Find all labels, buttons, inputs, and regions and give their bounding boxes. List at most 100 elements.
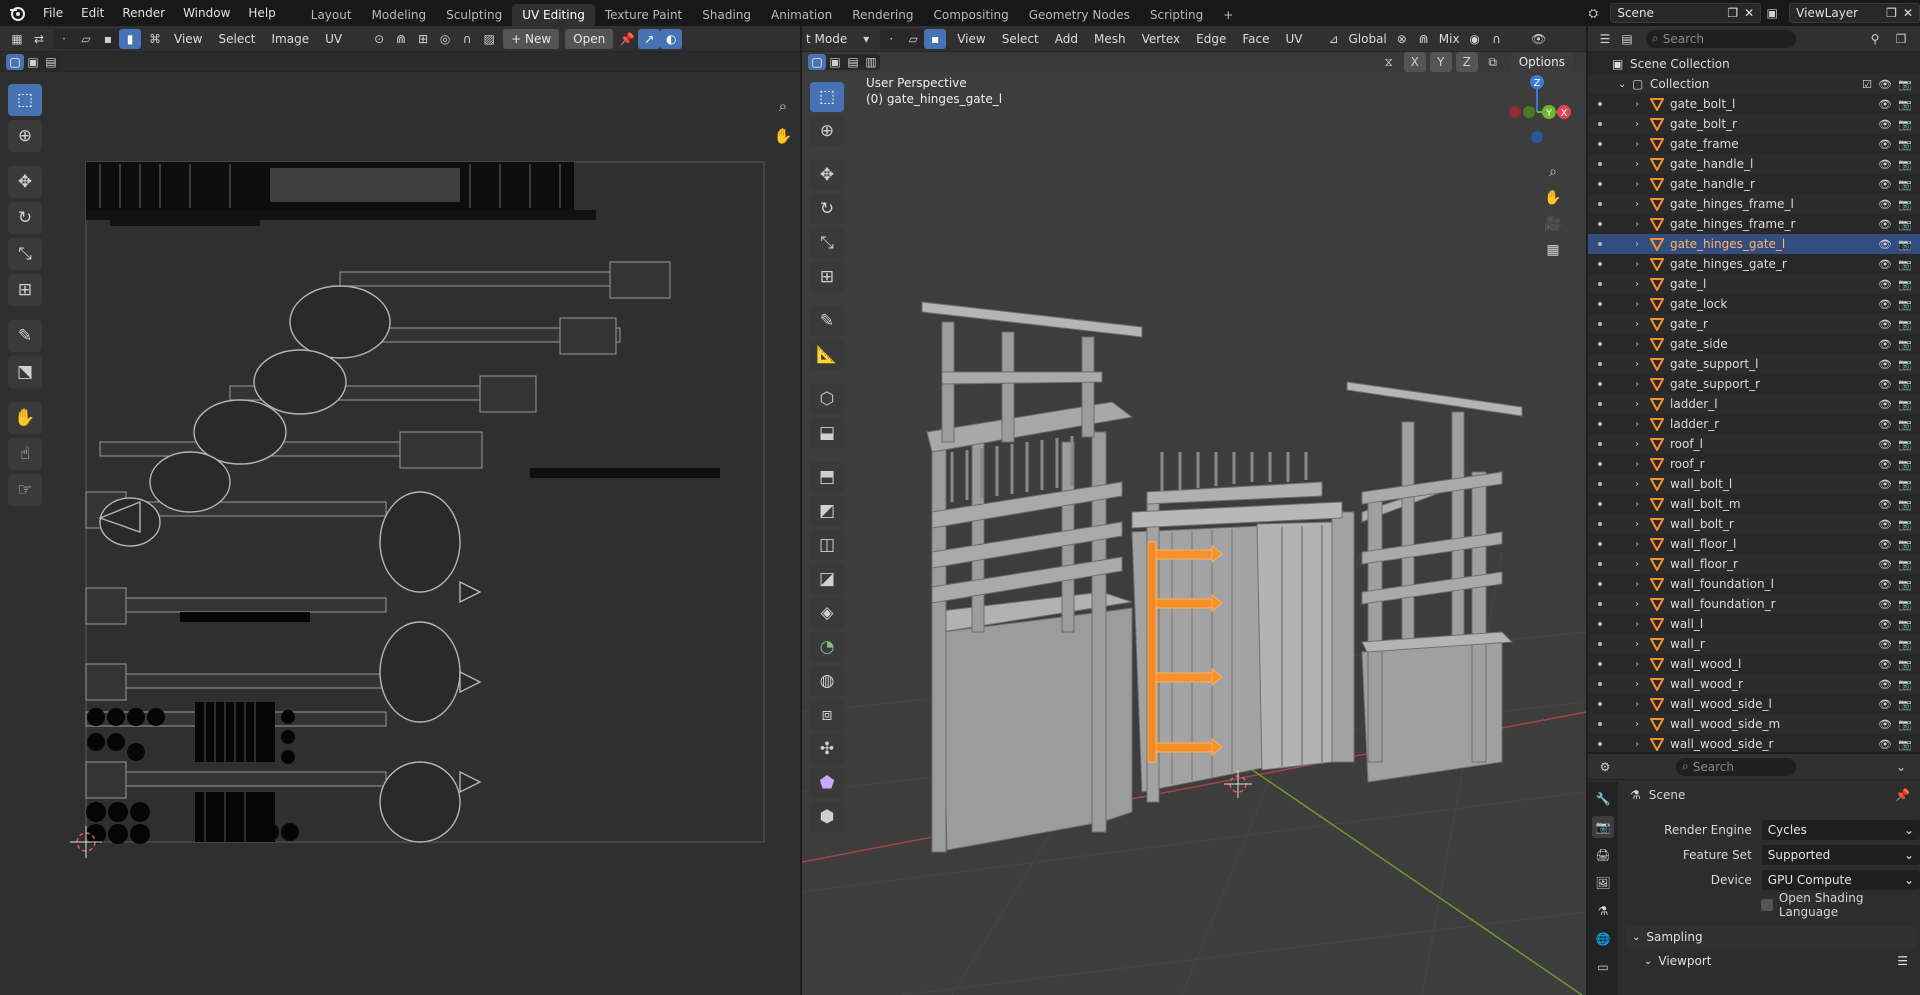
vp-cursor-tool-icon[interactable]: ⊕ (810, 116, 844, 146)
expand-arrow-icon[interactable]: › (1635, 519, 1639, 530)
spin-tool-icon[interactable]: ◔ (810, 632, 844, 662)
menu-window[interactable]: Window (174, 0, 239, 26)
mirror-icon[interactable]: ⧖ (1378, 52, 1400, 72)
face-mode-icon[interactable]: ▪ (924, 28, 947, 49)
vp-select-new-icon[interactable]: ▢ (808, 54, 826, 70)
expand-arrow-icon[interactable]: › (1635, 579, 1639, 590)
selection-dot[interactable] (1598, 282, 1602, 286)
navigation-gizmo[interactable]: Z X Y (1492, 72, 1582, 162)
eye-icon[interactable]: 👁 (1878, 238, 1892, 251)
expand-arrow-icon[interactable]: › (1635, 479, 1639, 490)
rip-region-tool-icon[interactable]: ⬢ (810, 802, 844, 832)
eye-icon[interactable]: 👁 (1878, 438, 1892, 451)
vertex-mode-icon[interactable]: · (880, 29, 902, 49)
world-tab-icon[interactable]: 🌐 (1592, 928, 1614, 950)
inset-tool-icon[interactable]: ⬒ (810, 462, 844, 492)
outliner-object-row[interactable]: › gate_lock 👁 📷 (1588, 294, 1920, 314)
vp-pan-icon[interactable]: ✋ (1542, 188, 1564, 208)
expand-arrow-icon[interactable]: › (1635, 399, 1639, 410)
render-engine-select[interactable]: Cycles ⌄ (1761, 820, 1920, 840)
selection-dot[interactable] (1598, 462, 1602, 466)
outliner-object-row[interactable]: › wall_foundation_l 👁 📷 (1588, 574, 1920, 594)
outliner-object-row[interactable]: › wall_wood_r 👁 📷 (1588, 674, 1920, 694)
vp-select-extend-icon[interactable]: ▣ (826, 54, 844, 70)
properties-search-input[interactable]: ⌕ Search (1676, 757, 1796, 776)
outliner-object-row[interactable]: › gate_handle_l 👁 📷 (1588, 154, 1920, 174)
scene-name[interactable]: Scene (1617, 6, 1727, 20)
outliner-object-row[interactable]: › gate_hinges_gate_l 👁 📷 (1588, 234, 1920, 254)
pin-icon[interactable]: 📌 (616, 29, 638, 49)
camera-view-icon[interactable]: 🎥 (1542, 214, 1564, 234)
tab-uv-editing[interactable]: UV Editing (512, 4, 595, 26)
eye-icon[interactable]: 👁 (1878, 278, 1892, 291)
camera-icon[interactable]: 📷 (1898, 538, 1912, 551)
ortho-toggle-icon[interactable]: ▦ (1542, 240, 1564, 260)
snap-icon[interactable]: ⋒ (390, 29, 412, 49)
filter-icon[interactable]: ⚲ (1864, 29, 1886, 49)
collection-camera-icon[interactable]: 📷 (1898, 78, 1912, 91)
selection-dot[interactable] (1598, 402, 1602, 406)
menu-file[interactable]: File (34, 0, 72, 26)
camera-icon[interactable]: 📷 (1898, 138, 1912, 151)
outliner-object-row[interactable]: › gate_bolt_l 👁 📷 (1588, 94, 1920, 114)
outliner-object-row[interactable]: › wall_l 👁 📷 (1588, 614, 1920, 634)
outliner-object-row[interactable]: › gate_l 👁 📷 (1588, 274, 1920, 294)
selection-dot[interactable] (1598, 302, 1602, 306)
delete-viewlayer-icon[interactable]: ✕ (1903, 6, 1913, 20)
outliner-object-row[interactable]: › wall_wood_side_l 👁 📷 (1588, 694, 1920, 714)
expand-arrow-icon[interactable]: › (1635, 739, 1639, 750)
selection-dot[interactable] (1598, 422, 1602, 426)
eye-icon[interactable]: 👁 (1878, 418, 1892, 431)
vp-transform-tool-icon[interactable]: ⊞ (810, 262, 844, 292)
camera-icon[interactable]: 📷 (1898, 718, 1912, 731)
selection-dot[interactable] (1598, 262, 1602, 266)
knife-tool-icon[interactable]: ◪ (810, 564, 844, 594)
sticky-select-icon[interactable]: ⌘ (144, 29, 166, 49)
pin-context-icon[interactable]: 📌 (1895, 788, 1910, 802)
eye-icon[interactable]: 👁 (1878, 658, 1892, 671)
extrude-tool-icon[interactable]: ⬓ (810, 418, 844, 448)
expand-arrow-icon[interactable]: › (1635, 319, 1639, 330)
pivot-icon[interactable]: ⊙ (368, 29, 390, 49)
eye-icon[interactable]: 👁 (1878, 398, 1892, 411)
outliner-object-row[interactable]: › wall_wood_l 👁 📷 (1588, 654, 1920, 674)
snap-mode[interactable]: Mix (1435, 32, 1464, 46)
eye-icon[interactable]: 👁 (1878, 178, 1892, 191)
expand-arrow-icon[interactable]: › (1635, 499, 1639, 510)
vp-zoom-icon[interactable]: ⌕ (1542, 162, 1564, 182)
camera-icon[interactable]: 📷 (1898, 218, 1912, 231)
camera-icon[interactable]: 📷 (1898, 418, 1912, 431)
tool-tab-icon[interactable]: 🔧 (1592, 788, 1614, 810)
vp-menu-uv[interactable]: UV (1277, 32, 1310, 46)
scene-collection-row[interactable]: ▣ Scene Collection (1588, 54, 1920, 74)
tab-layout[interactable]: Layout (301, 4, 362, 26)
eye-icon[interactable]: 👁 (1878, 718, 1892, 731)
view-layer-tab-icon[interactable]: 🖼 (1592, 872, 1614, 894)
eye-icon[interactable]: 👁 (1878, 118, 1892, 131)
proportional-edit-icon[interactable]: ◉ (1464, 29, 1486, 49)
selection-dot[interactable] (1598, 162, 1602, 166)
selection-dot[interactable] (1598, 562, 1602, 566)
tab-texture-paint[interactable]: Texture Paint (595, 4, 692, 26)
face-select-icon[interactable]: ▪ (97, 29, 119, 49)
collection-row[interactable]: ⌄ ▢ Collection ☑ 👁 📷 (1588, 74, 1920, 94)
open-image-button[interactable]: Open (565, 28, 614, 49)
shrink-tool-icon[interactable]: ✣ (810, 734, 844, 764)
eye-icon[interactable]: 👁 (1878, 358, 1892, 371)
eye-icon[interactable]: 👁 (1878, 538, 1892, 551)
camera-icon[interactable]: 📷 (1898, 398, 1912, 411)
eye-icon[interactable]: 👁 (1878, 458, 1892, 471)
camera-icon[interactable]: 📷 (1898, 698, 1912, 711)
feature-set-select[interactable]: Supported ⌄ (1761, 845, 1920, 865)
collection-eye-icon[interactable]: 👁 (1878, 78, 1892, 91)
uv-canvas[interactable]: ⬚ ⊕ ✥ ↻ ⤡ ⊞ ✎ ⬔ ✋ ☝ ☞ ⌕ ✋ (0, 72, 800, 995)
menu-help[interactable]: Help (239, 0, 284, 26)
vp-select-tool-icon[interactable]: ⬚ (810, 82, 844, 112)
outliner-object-row[interactable]: › wall_floor_r 👁 📷 (1588, 554, 1920, 574)
proportional-icon[interactable]: ◎ (434, 29, 456, 49)
expand-arrow-icon[interactable]: › (1635, 239, 1639, 250)
outliner-search-input[interactable]: ⌕ Search (1646, 29, 1796, 48)
selection-dot[interactable] (1598, 322, 1602, 326)
image-browse-icon[interactable]: ▨ (478, 29, 500, 49)
selection-dot[interactable] (1598, 642, 1602, 646)
